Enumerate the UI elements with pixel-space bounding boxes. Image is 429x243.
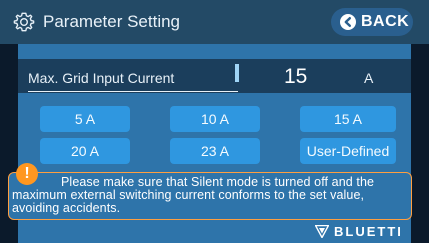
page-title: Parameter Setting bbox=[43, 12, 181, 31]
text-cursor bbox=[235, 64, 239, 82]
option-user-defined-button[interactable]: User-Defined bbox=[300, 138, 396, 164]
current-unit: A bbox=[364, 70, 374, 86]
gear-icon bbox=[13, 12, 35, 32]
back-arrow-icon bbox=[340, 14, 356, 30]
warning-message: Please make sure that Silent mode is tur… bbox=[12, 176, 414, 215]
back-button[interactable]: BACK bbox=[331, 8, 413, 36]
title-bar: Parameter Setting BACK bbox=[0, 0, 429, 44]
option-23a-button[interactable]: 23 A bbox=[170, 138, 260, 164]
screen: Parameter Setting BACK Max. Grid Input C… bbox=[0, 0, 429, 243]
grid-input-current-row: Max. Grid Input Current 15 A bbox=[18, 59, 411, 93]
warning-text: Please make sure that Silent mode is tur… bbox=[12, 175, 375, 215]
grid-input-current-label: Max. Grid Input Current bbox=[28, 70, 175, 86]
bluetti-logo-icon bbox=[315, 225, 329, 238]
option-5a-button[interactable]: 5 A bbox=[40, 106, 130, 132]
option-20a-button[interactable]: 20 A bbox=[40, 138, 130, 164]
option-15a-button[interactable]: 15 A bbox=[300, 106, 396, 132]
label-underline bbox=[28, 91, 238, 92]
back-button-label: BACK bbox=[361, 13, 410, 30]
brand-logo: BLUETTI bbox=[334, 224, 403, 239]
grid-input-current-value[interactable]: 15 bbox=[284, 65, 307, 89]
option-10a-button[interactable]: 10 A bbox=[170, 106, 260, 132]
